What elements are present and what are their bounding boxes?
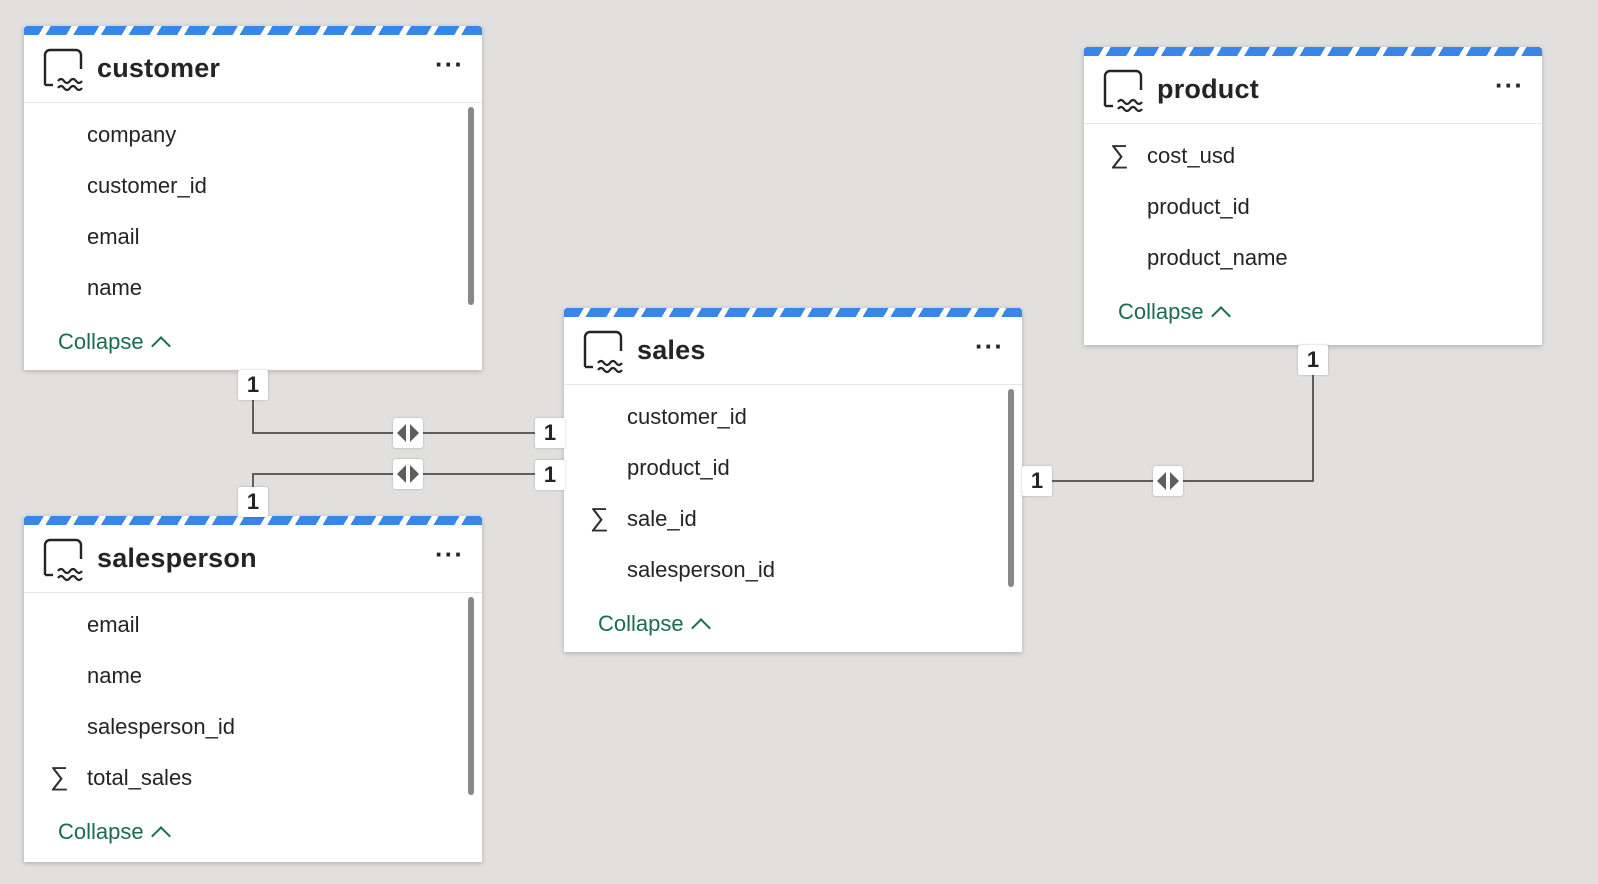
scrollbar-thumb[interactable] — [1008, 389, 1014, 587]
field-name: sale_id — [627, 505, 697, 531]
field-row[interactable]: customer_id — [24, 160, 482, 211]
field-name: product_id — [627, 454, 730, 480]
field-name: total_sales — [87, 764, 193, 790]
table-header[interactable]: salesperson ··· — [24, 525, 482, 593]
table-card-stripe — [564, 308, 1022, 317]
cross-filter-both-icon[interactable] — [393, 459, 423, 489]
field-list: email name salesperson_id ∑ total_sales C… — [24, 593, 482, 861]
field-row[interactable]: salesperson_id — [564, 544, 1022, 595]
field-list: customer_id product_id ∑ sale_id salesper… — [564, 385, 1022, 653]
relationship-line-product-sales[interactable] — [1022, 372, 1314, 482]
cardinality-badge-salesperson: 1 — [238, 487, 268, 517]
field-name: salesperson_id — [87, 713, 235, 739]
table-card-stripe — [24, 516, 482, 525]
lakehouse-table-icon — [1103, 69, 1143, 112]
table-title: sales — [637, 335, 706, 365]
lakehouse-table-icon — [43, 48, 83, 91]
field-name: email — [87, 611, 140, 637]
table-card-stripe — [1084, 47, 1542, 56]
field-name: product_id — [1147, 193, 1250, 219]
table-header[interactable]: sales ··· — [564, 317, 1022, 385]
field-name: name — [87, 274, 143, 300]
scrollbar-thumb[interactable] — [468, 107, 474, 305]
field-name: name — [87, 662, 143, 688]
table-header[interactable]: customer ··· — [24, 35, 482, 103]
field-row[interactable]: name — [24, 262, 482, 313]
collapse-button[interactable]: Collapse — [564, 595, 1022, 653]
cardinality-badge-sales-salesperson: 1 — [535, 460, 565, 490]
field-name: customer_id — [627, 403, 747, 429]
more-options-ellipsis-icon[interactable]: ··· — [435, 51, 464, 87]
chevron-up-icon — [150, 336, 171, 356]
model-canvas[interactable]: customer ··· company customer_id email n… — [0, 0, 1598, 884]
collapse-button[interactable]: Collapse — [24, 313, 482, 371]
table-header[interactable]: product ··· — [1084, 56, 1542, 124]
table-title: customer — [97, 53, 221, 83]
field-name: cost_usd — [1147, 142, 1236, 168]
field-row[interactable]: ∑ cost_usd — [1084, 130, 1542, 181]
table-title: product — [1157, 74, 1259, 104]
field-list: ∑ cost_usd product_id product_name Collap… — [1084, 124, 1542, 341]
table-title: salesperson — [97, 543, 257, 573]
cardinality-badge-sales-product: 1 — [1022, 466, 1052, 496]
collapse-label: Collapse — [58, 329, 144, 354]
table-card-sales[interactable]: sales ··· customer_id product_id ∑ sale_i… — [564, 308, 1022, 652]
collapse-label: Collapse — [58, 819, 144, 844]
chevron-up-icon — [1210, 306, 1231, 326]
cross-filter-both-icon[interactable] — [1153, 466, 1183, 496]
collapse-button[interactable]: Collapse — [24, 803, 482, 861]
collapse-button[interactable]: Collapse — [1084, 283, 1542, 341]
field-row[interactable]: product_id — [564, 442, 1022, 493]
field-name: company — [87, 121, 177, 147]
chevron-up-icon — [690, 618, 711, 638]
cardinality-badge-product: 1 — [1298, 345, 1328, 375]
table-card-stripe — [24, 26, 482, 35]
sigma-icon: ∑ — [590, 502, 609, 532]
field-row[interactable]: salesperson_id — [24, 701, 482, 752]
lakehouse-table-icon — [43, 538, 83, 581]
lakehouse-table-icon — [583, 330, 623, 373]
field-name: salesperson_id — [627, 556, 775, 582]
cardinality-badge-sales-customer: 1 — [535, 418, 565, 448]
sigma-icon: ∑ — [50, 761, 69, 791]
field-row[interactable]: ∑ total_sales — [24, 752, 482, 803]
chevron-up-icon — [150, 826, 171, 846]
field-row[interactable]: customer_id — [564, 391, 1022, 442]
cardinality-badge-customer: 1 — [238, 370, 268, 400]
field-row[interactable]: email — [24, 211, 482, 262]
field-row[interactable]: product_name — [1084, 232, 1542, 283]
sigma-icon: ∑ — [1110, 139, 1129, 169]
field-row[interactable]: ∑ sale_id — [564, 493, 1022, 544]
table-card-salesperson[interactable]: salesperson ··· email name salesperson_i… — [24, 516, 482, 862]
more-options-ellipsis-icon[interactable]: ··· — [975, 333, 1004, 369]
collapse-label: Collapse — [598, 611, 684, 636]
cross-filter-both-icon[interactable] — [393, 418, 423, 448]
collapse-label: Collapse — [1118, 299, 1204, 324]
field-row[interactable]: name — [24, 650, 482, 701]
field-row[interactable]: product_id — [1084, 181, 1542, 232]
field-name: product_name — [1147, 244, 1288, 270]
table-card-product[interactable]: product ··· ∑ cost_usd product_id product… — [1084, 47, 1542, 345]
field-row[interactable]: email — [24, 599, 482, 650]
more-options-ellipsis-icon[interactable]: ··· — [1495, 72, 1524, 108]
field-name: email — [87, 223, 140, 249]
field-name: customer_id — [87, 172, 207, 198]
table-card-customer[interactable]: customer ··· company customer_id email n… — [24, 26, 482, 370]
field-list: company customer_id email name Collapse — [24, 103, 482, 371]
scrollbar-thumb[interactable] — [468, 597, 474, 795]
field-row[interactable]: company — [24, 109, 482, 160]
more-options-ellipsis-icon[interactable]: ··· — [435, 541, 464, 577]
